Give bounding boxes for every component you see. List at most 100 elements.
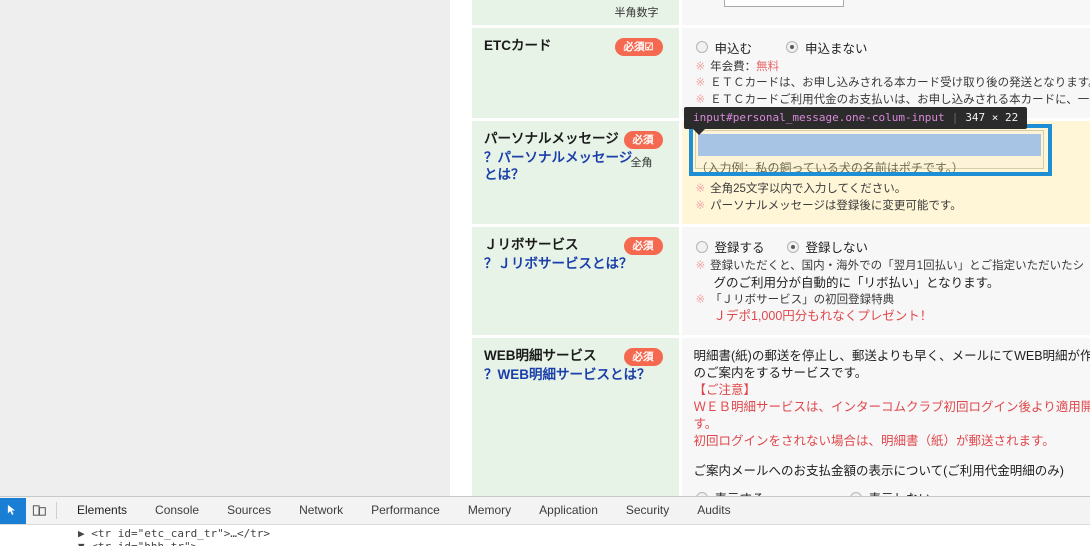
personal-message-input[interactable] (697, 134, 1041, 156)
web-meisai-option-hide-label: 表示しない (869, 488, 932, 496)
web-meisai-caution-1: ＷＥＢ明細サービスは、インターコムクラブ初回ログイン後より適用開始と (693, 400, 1090, 414)
asterisk-icon: ※ (695, 93, 706, 106)
row-field-cell-partial (680, 0, 1090, 28)
page-gutter (450, 0, 472, 496)
tab-security[interactable]: Security (612, 497, 683, 524)
etc-note-fee-value: 無料 (756, 60, 780, 73)
row-label-etc-card: ETCカード (484, 37, 552, 53)
dom-tree-line[interactable]: ▼ <tr id="hhh_tr"> (0, 540, 1090, 546)
table-row-personal-message: パーソナルメッセージ ？パーソナルメッセージとは？ 必須 全角 （入力例：私の飼… (472, 119, 1090, 227)
asterisk-icon: ※ (695, 199, 706, 212)
web-meisai-caution-2: す。 (693, 417, 718, 431)
j-ribo-option-decline[interactable]: 登録しない (786, 237, 869, 256)
row-label-cell-partial: 半角数字 (472, 0, 682, 28)
j-ribo-note-2: ※ 「Ｊリボサービス」の初回登録特典 (696, 293, 1090, 309)
row-label-cell-web-meisai: WEB明細サービス ？WEB明細サービスとは？ 必須 (472, 336, 682, 496)
tab-network[interactable]: Network (285, 497, 357, 524)
tab-memory[interactable]: Memory (454, 497, 525, 524)
table-row-web-meisai: WEB明細サービス ？WEB明細サービスとは？ 必須 明細書(紙)の郵送を停止し… (472, 336, 1090, 496)
tooltip-element-id: #personal_message (726, 111, 839, 124)
web-meisai-option-hide[interactable]: 表示しない (849, 488, 932, 496)
asterisk-icon: ※ (695, 60, 706, 73)
devtools-toolbar: Elements Console Sources Network Perform… (0, 497, 1090, 525)
web-page-content: 半角数字 ETCカード 必須☑ 申込む 申込まない ※ 年会費： 無料 ※ ＥＴ… (0, 0, 1090, 496)
tooltip-divider: | (951, 111, 959, 124)
required-badge-web-meisai: 必須 (623, 348, 663, 366)
tab-console[interactable]: Console (141, 497, 213, 524)
row-label-cell-personal-message: パーソナルメッセージ ？パーソナルメッセージとは？ 必須 全角 (472, 119, 682, 227)
j-ribo-option-register-label: 登録する (714, 241, 765, 255)
devtools-inspector-tooltip: input#personal_message.one-colum-input |… (684, 107, 1028, 135)
web-meisai-subsection-title: ご案内メールへのお支払金額の表示について(ご利用代金明細のみ) (693, 464, 1064, 478)
device-toolbar-icon[interactable] (26, 498, 52, 524)
j-ribo-note-1-text: 登録いただくと、国内・海外での「翌月1回払い」とご指定いただいたシ (710, 260, 1085, 272)
etc-note-1: ※ ＥＴＣカードは、お申し込みされる本カード受け取り後の発送となります。 (696, 76, 1090, 92)
input-kind-label-personal-message: 全角 (630, 157, 653, 169)
etc-radio-group: 申込む 申込まない (695, 38, 1090, 57)
radio-icon-selected[interactable] (786, 41, 799, 53)
radio-icon[interactable] (695, 41, 708, 53)
web-meisai-caution-3: 初回ログインをされない場合は、明細書（紙）が郵送されます。 (693, 434, 1055, 448)
tooltip-element-class: .one-colum-input (838, 111, 945, 124)
pm-note-2-text: パーソナルメッセージは登録後に変更可能です。 (710, 199, 962, 212)
asterisk-icon: ※ (695, 183, 706, 195)
personal-message-placeholder: （入力例：私の飼っている犬の名前はポチです。） (695, 161, 964, 175)
j-ribo-note-1-continued: グのご利用分が自動的に「リボ払い」となります。 (713, 275, 1000, 290)
tab-audits[interactable]: Audits (683, 497, 744, 524)
partial-text-input[interactable] (723, 0, 844, 7)
asterisk-icon: ※ (695, 77, 706, 89)
web-meisai-caution-title: 【ご注意】 (693, 383, 757, 397)
tab-performance[interactable]: Performance (357, 497, 454, 524)
web-meisai-desc-2: のご案内をするサービスです。 (693, 366, 868, 380)
required-badge-personal-message: 必須 (623, 131, 663, 149)
input-kind-label: 半角数字 (614, 7, 659, 19)
link-what-is-personal-message[interactable]: ？パーソナルメッセージとは？ (484, 149, 634, 183)
link-what-is-web-meisai[interactable]: ？WEB明細サービスとは？ (484, 366, 669, 383)
pm-note-2: ※ パーソナルメッセージは登録後に変更可能です。 (696, 199, 1090, 215)
web-meisai-radio-group: 表示する 表示しない (695, 488, 1090, 496)
application-form-table: 半角数字 ETCカード 必須☑ 申込む 申込まない ※ 年会費： 無料 ※ ＥＴ… (472, 0, 1090, 496)
pm-note-1: ※ 全角25文字以内で入力してください。 (696, 182, 1090, 198)
row-label-web-meisai: WEB明細サービス (484, 348, 597, 363)
row-label-j-ribo: Ｊリボサービス (484, 237, 579, 252)
inspect-element-icon[interactable] (0, 497, 26, 524)
j-ribo-note-1: ※ 登録いただくと、国内・海外での「翌月1回払い」とご指定いただいたシ (696, 259, 1090, 275)
devtools-panel: Elements Console Sources Network Perform… (0, 496, 1090, 546)
tab-sources[interactable]: Sources (213, 497, 285, 524)
tab-elements[interactable]: Elements (63, 497, 141, 524)
tooltip-tag-name: input (693, 111, 727, 124)
pm-note-1-text: 全角25文字以内で入力してください。 (710, 183, 907, 195)
radio-icon-selected[interactable] (786, 240, 799, 253)
radio-icon[interactable] (695, 240, 708, 253)
tab-application[interactable]: Application (525, 497, 612, 524)
required-badge-j-ribo: 必須 (623, 237, 663, 255)
row-label-cell-j-ribo: Ｊリボサービス ？Ｊリボサービスとは？ 必須 (472, 225, 682, 338)
web-meisai-option-show-label: 表示する (715, 488, 765, 496)
devtools-elements-tree: ▶ <tr id="etc_card_tr">…</tr> ▼ <tr id="… (0, 525, 1090, 546)
etc-note-2-text: ＥＴＣカードご利用代金のお支払いは、お申し込みされる本カードに、一回払いでご (710, 93, 1090, 106)
j-ribo-radio-group: 登録する 登録しない (695, 237, 1090, 256)
etc-note-fee-prefix: 年会費： (710, 60, 757, 73)
asterisk-icon: ※ (695, 260, 706, 272)
table-row-etc-card: ETCカード 必須☑ 申込む 申込まない ※ 年会費： 無料 ※ ＥＴＣカードは… (472, 26, 1090, 121)
check-icon: ☑ (644, 41, 654, 53)
row-field-cell-personal-message: （入力例：私の飼っている犬の名前はポチです。） ※ 全角25文字以内で入力してく… (680, 119, 1090, 227)
link-what-is-j-ribo[interactable]: ？Ｊリボサービスとは？ (484, 255, 664, 272)
etc-option-apply[interactable]: 申込む (695, 38, 753, 57)
tooltip-dimensions: 347 × 22 (965, 111, 1019, 124)
dom-tree-line[interactable]: ▶ <tr id="etc_card_tr">…</tr> (0, 527, 1090, 540)
etc-option-decline[interactable]: 申込まない (786, 38, 868, 57)
etc-option-apply-label: 申込む (714, 41, 753, 56)
row-label-personal-message: パーソナルメッセージ (484, 131, 619, 146)
etc-note-1-text: ＥＴＣカードは、お申し込みされる本カード受け取り後の発送となります。 (710, 77, 1090, 89)
etc-note-2: ※ ＥＴＣカードご利用代金のお支払いは、お申し込みされる本カードに、一回払いでご (696, 93, 1090, 109)
web-meisai-option-show[interactable]: 表示する (695, 488, 765, 496)
row-field-cell-web-meisai: 明細書(紙)の郵送を停止し、郵送よりも早く、メールにてWEB明細が作成さ のご案… (680, 336, 1090, 496)
j-ribo-option-decline-label: 登録しない (805, 241, 869, 255)
web-meisai-desc-1: 明細書(紙)の郵送を停止し、郵送よりも早く、メールにてWEB明細が作成さ (693, 349, 1090, 363)
j-ribo-option-register[interactable]: 登録する (695, 237, 765, 256)
etc-note-fee: ※ 年会費： 無料 (696, 60, 1090, 76)
row-field-cell-j-ribo: 登録する 登録しない ※ 登録いただくと、国内・海外での「翌月1回払い」とご指定… (680, 225, 1090, 338)
devtools-tabs: Elements Console Sources Network Perform… (63, 497, 745, 525)
row-label-cell-etc: ETCカード 必須☑ (472, 26, 682, 121)
